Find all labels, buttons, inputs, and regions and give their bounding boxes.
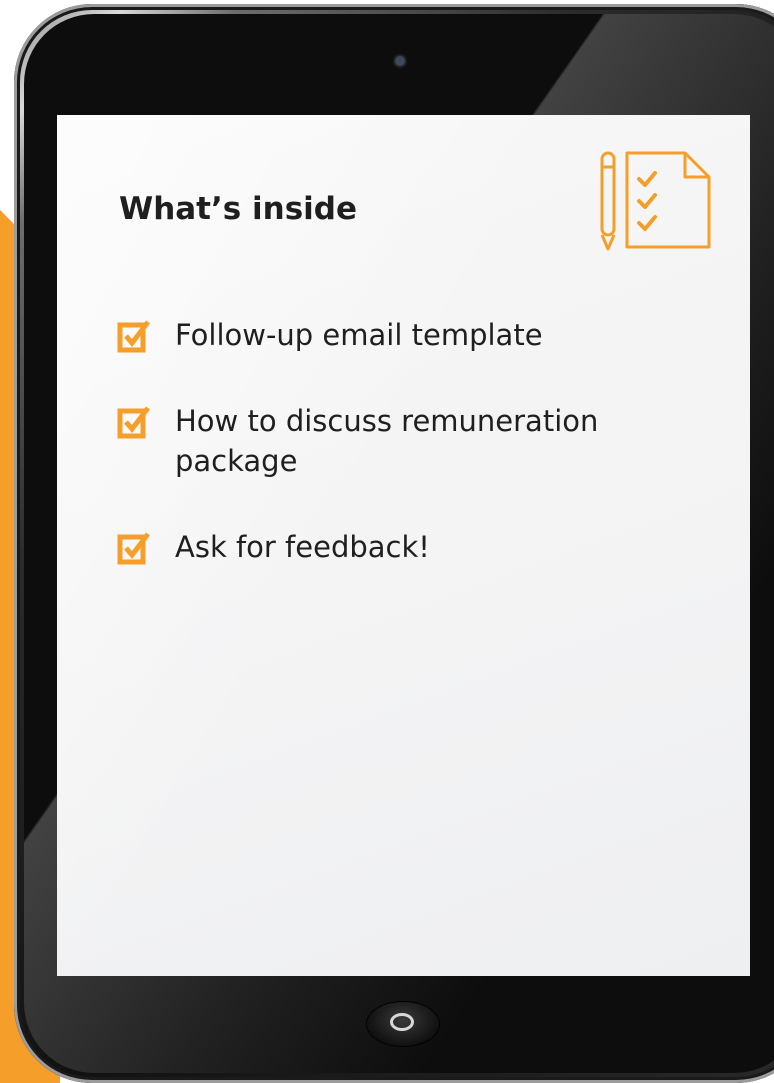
- tablet-screen: What’s inside Follow-up email template Ho…: [57, 115, 750, 976]
- checked-box-icon: [117, 406, 150, 439]
- checklist-item: How to discuss remuneration package: [117, 401, 717, 481]
- checklist-item-line: package: [175, 444, 298, 478]
- checklist-item-label: How to discuss remuneration package: [175, 401, 598, 481]
- checklist-item-line: How to discuss remuneration: [175, 404, 599, 438]
- checklist-item-line: Ask for feedback!: [175, 530, 430, 564]
- checked-box-icon: [117, 320, 150, 353]
- checked-box-icon: [117, 532, 150, 565]
- checklist-document-icon: [600, 151, 711, 251]
- checklist-item-line: Follow-up email template: [175, 318, 543, 352]
- home-button-ring-icon: [390, 1013, 414, 1031]
- checklist: Follow-up email template How to discuss r…: [117, 315, 717, 613]
- home-button: [367, 1002, 439, 1046]
- page: What’s inside Follow-up email template Ho…: [0, 0, 774, 1083]
- page-title: What’s inside: [119, 191, 358, 227]
- checklist-item: Ask for feedback!: [117, 527, 717, 567]
- checklist-item-label: Ask for feedback!: [175, 527, 430, 567]
- pencil-icon: [600, 151, 616, 251]
- checklist-item-label: Follow-up email template: [175, 315, 543, 355]
- checklist-marks: [637, 171, 657, 231]
- camera-icon: [395, 56, 405, 66]
- checklist-item: Follow-up email template: [117, 315, 717, 355]
